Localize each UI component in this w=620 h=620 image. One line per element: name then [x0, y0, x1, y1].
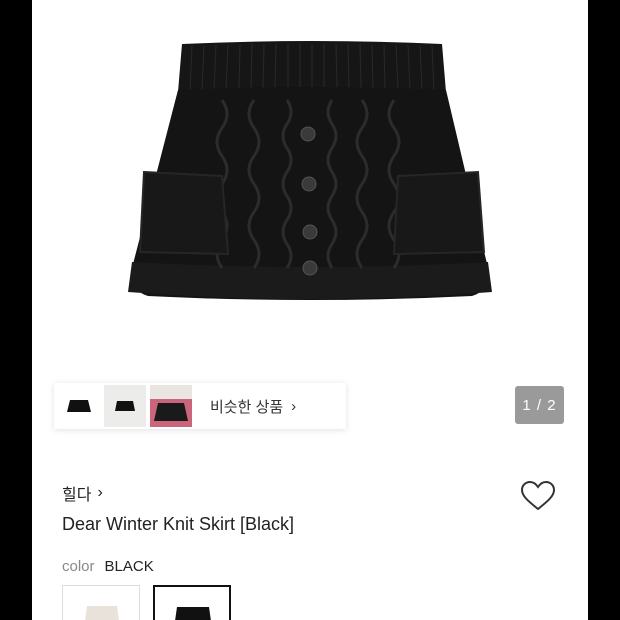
skirt-thumb-icon [67, 400, 91, 412]
similar-thumb-3[interactable] [150, 385, 192, 427]
chevron-right-icon: › [97, 484, 103, 501]
heart-icon[interactable] [520, 480, 556, 512]
similar-thumb-1[interactable] [58, 385, 100, 427]
color-row: color BLACK [62, 558, 154, 575]
product-page: 비슷한 상품 › 1 / 2 힐다 › Dear Winter Knit Ski… [32, 0, 588, 620]
color-label: color [62, 558, 95, 575]
product-title: Dear Winter Knit Skirt [Black] [62, 514, 295, 534]
image-pager: 1 / 2 [515, 386, 564, 424]
model-thumb-icon [150, 385, 192, 421]
similar-products-text: 비슷한 상품 [210, 398, 284, 416]
right-letterbox [588, 0, 620, 620]
brand-link[interactable]: 힐다 › [62, 481, 103, 505]
similar-products-button[interactable]: 비슷한 상품 › [54, 383, 346, 429]
skirt-swatch-icon [85, 606, 119, 620]
similar-thumb-2[interactable] [104, 385, 146, 427]
skirt-illustration [128, 41, 492, 300]
left-letterbox [0, 0, 32, 620]
skirt-thumb-icon [115, 401, 135, 411]
similar-products-label: 비슷한 상품 › [210, 396, 296, 417]
color-swatch-black[interactable] [153, 585, 231, 620]
product-image[interactable] [32, 0, 588, 370]
color-value: BLACK [104, 558, 154, 575]
skirt-swatch-icon [175, 607, 211, 620]
color-swatch-beige[interactable] [62, 585, 140, 620]
brand-name: 힐다 [62, 487, 92, 504]
chevron-right-icon: › [291, 397, 297, 415]
